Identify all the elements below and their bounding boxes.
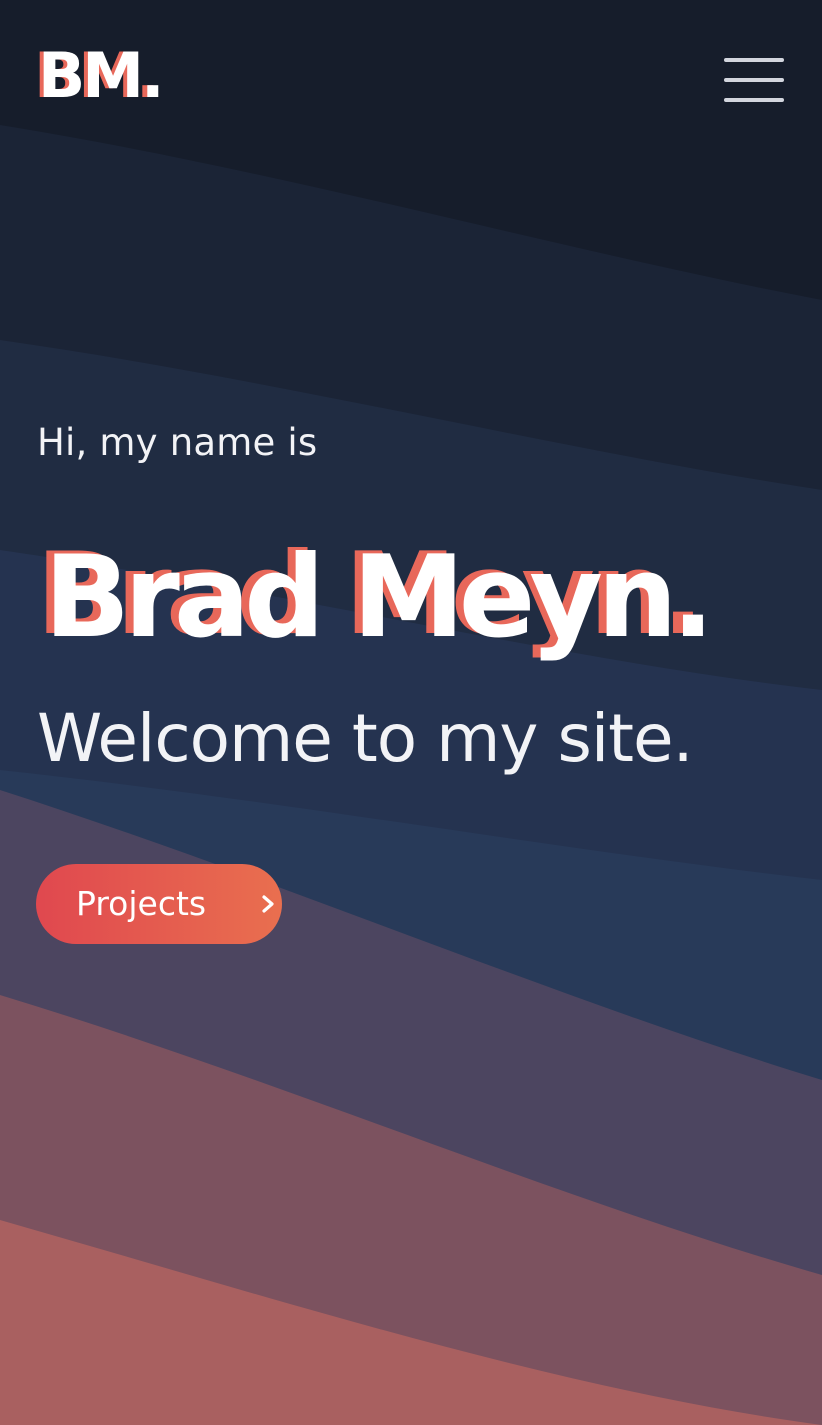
menu-bar-bottom: [724, 98, 784, 102]
tagline: Welcome to my site.: [37, 700, 694, 777]
site-header: BM.: [0, 0, 822, 160]
page: BM. Hi, my name is Brad Meyn. Welcome to…: [0, 0, 822, 1425]
logo-dot: .: [140, 39, 165, 112]
intro-text: Hi, my name is: [37, 421, 318, 464]
projects-button-label: Projects: [76, 884, 207, 923]
menu-bar-middle: [724, 78, 784, 82]
hero-name-dot: .: [671, 531, 715, 663]
hero-name-text: Brad Meyn: [44, 531, 678, 663]
menu-bar-top: [724, 58, 784, 62]
logo-letters: BM: [38, 39, 144, 112]
projects-button[interactable]: Projects: [36, 864, 282, 944]
chevron-right-icon: [262, 895, 274, 913]
hero-name: Brad Meyn.: [44, 522, 715, 672]
hamburger-menu-icon[interactable]: [720, 52, 788, 108]
logo[interactable]: BM.: [38, 36, 165, 116]
